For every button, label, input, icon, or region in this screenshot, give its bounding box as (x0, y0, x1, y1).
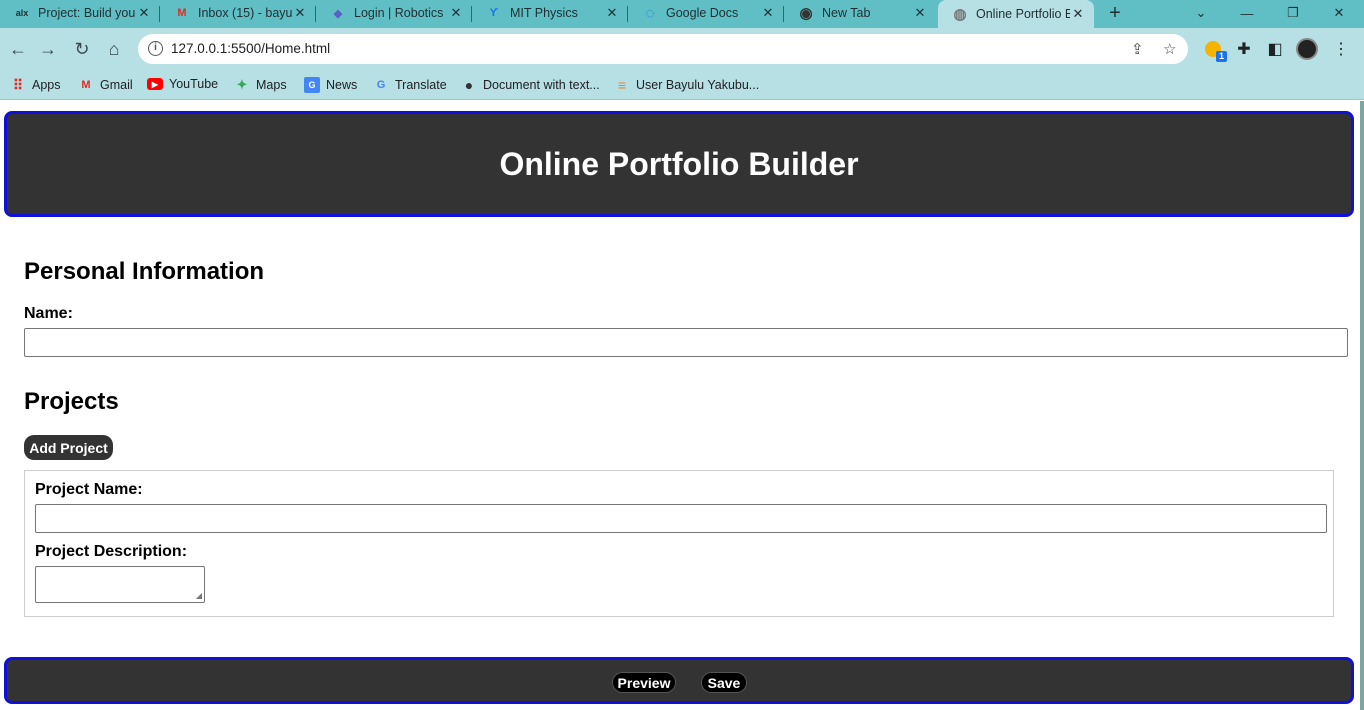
tab-title: Google Docs (666, 6, 739, 20)
bookmark-label: Apps (32, 78, 61, 92)
globe-icon: ◍ (953, 6, 967, 23)
bookmark-label: User Bayulu Yakubu... (636, 78, 760, 92)
stackoverflow-icon: ≡ (617, 77, 627, 93)
projects-heading: Projects (24, 388, 119, 415)
bookmarks-bar: ⠿ Apps M Gmail ▶ YouTube ✦ Maps G News G… (0, 70, 1364, 100)
close-icon[interactable]: ✕ (448, 5, 464, 21)
name-label: Name: (24, 305, 73, 322)
translate-icon: G (376, 79, 386, 91)
page-edge (1360, 101, 1364, 710)
home-icon[interactable]: ⌂ (102, 37, 126, 61)
tab-title: Inbox (15) - bayu (198, 6, 292, 20)
tab-title: MIT Physics (510, 6, 578, 20)
site-info-icon[interactable]: i (148, 41, 163, 56)
close-icon[interactable]: ✕ (912, 5, 928, 21)
bookmark-translate[interactable]: G Translate (373, 77, 447, 93)
page-footer: Preview Save (4, 657, 1354, 704)
maps-icon: ✦ (236, 77, 248, 92)
profile-avatar[interactable] (1296, 38, 1318, 60)
restore-icon[interactable]: ❐ (1270, 0, 1316, 26)
bookmark-apps[interactable]: ⠿ Apps (10, 77, 61, 93)
reload-icon[interactable]: ↻ (70, 37, 94, 61)
tab-title: Login | Robotics (354, 6, 444, 20)
page-content: Online Portfolio Builder Personal Inform… (0, 101, 1364, 710)
page-title: Online Portfolio Builder (499, 145, 859, 182)
bookmark-label: Document with text... (483, 78, 600, 92)
gmail-icon: M (81, 79, 91, 91)
tab-google-docs[interactable]: ◌ Google Docs ✕ (628, 0, 784, 26)
tab-new-tab[interactable]: ◉ New Tab ✕ (784, 0, 936, 26)
extension-badge-count: 1 (1216, 51, 1227, 62)
browser-toolbar: ← → ↻ ⌂ i 127.0.0.1:5500/Home.html ⇪ ☆ 1… (0, 28, 1364, 70)
alx-icon: alx (15, 8, 29, 18)
tab-title: Online Portfolio B (976, 7, 1070, 21)
url-text: 127.0.0.1:5500/Home.html (171, 41, 331, 56)
bookmark-stackoverflow[interactable]: ≡ User Bayulu Yakubu... (614, 77, 759, 93)
back-icon[interactable]: ← (6, 37, 30, 61)
tab-search-icon[interactable]: ⌄ (1178, 0, 1224, 26)
mit-physics-icon: ϒ (489, 7, 499, 19)
new-tab-button[interactable]: + (1105, 2, 1125, 25)
project-name-label: Project Name: (35, 481, 143, 498)
tab-login-robotics[interactable]: ◆ Login | Robotics ✕ (316, 0, 472, 26)
chrome-icon: ◉ (799, 5, 813, 22)
share-icon[interactable]: ⇪ (1131, 40, 1144, 58)
close-icon[interactable]: ✕ (1070, 6, 1086, 22)
loading-icon: ◌ (645, 4, 655, 22)
bookmark-label: YouTube (169, 77, 219, 91)
apps-grid-icon: ⠿ (12, 76, 24, 93)
tab-strip: alx Project: Build you ✕ M Inbox (15) - … (0, 0, 1364, 28)
project-entry: Project Name: Project Description: ◢ (24, 470, 1334, 617)
project-description-textarea[interactable]: ◢ (35, 566, 205, 603)
preview-button[interactable]: Preview (612, 672, 676, 693)
personal-info-heading: Personal Information (24, 258, 265, 285)
gmail-icon: M (177, 7, 187, 19)
close-icon[interactable]: ✕ (604, 5, 620, 21)
project-description-label: Project Description: (35, 543, 188, 560)
news-icon: G (304, 77, 320, 93)
minimize-icon[interactable]: — (1224, 0, 1270, 26)
star-icon[interactable]: ☆ (1163, 40, 1176, 58)
menu-kebab-icon[interactable]: ⋮ (1330, 38, 1352, 60)
bookmark-label: Translate (395, 78, 447, 92)
page-header: Online Portfolio Builder (4, 111, 1354, 217)
tab-online-portfolio[interactable]: ◍ Online Portfolio B ✕ (938, 0, 1094, 28)
add-project-button[interactable]: Add Project (24, 435, 113, 460)
bookmark-label: Maps (256, 78, 287, 92)
bookmark-maps[interactable]: ✦ Maps (234, 77, 287, 93)
close-window-icon[interactable]: ✕ (1316, 0, 1362, 26)
save-button[interactable]: Save (701, 672, 747, 693)
bookmark-youtube[interactable]: ▶ YouTube (147, 77, 218, 91)
robotics-icon: ◆ (333, 7, 343, 20)
extension-badge-icon[interactable]: 1 (1202, 38, 1227, 62)
youtube-icon: ▶ (147, 78, 163, 90)
tab-mit-physics[interactable]: ϒ MIT Physics ✕ (472, 0, 628, 26)
tab-project-build[interactable]: alx Project: Build you ✕ (0, 0, 160, 26)
name-input[interactable] (24, 328, 1348, 357)
extensions-puzzle-icon[interactable]: ✚ (1233, 38, 1255, 60)
bookmark-news[interactable]: G News (304, 77, 357, 93)
tab-inbox[interactable]: M Inbox (15) - bayu ✕ (160, 0, 316, 26)
bookmark-document[interactable]: ● Document with text... (461, 77, 600, 93)
close-icon[interactable]: ✕ (136, 5, 152, 21)
side-panel-icon[interactable]: ◧ (1264, 38, 1286, 60)
tab-title: Project: Build you (38, 6, 136, 20)
globe-icon: ● (464, 77, 474, 93)
project-name-input[interactable] (35, 504, 1327, 533)
bookmark-gmail[interactable]: M Gmail (78, 77, 133, 93)
bookmark-label: News (326, 78, 358, 92)
close-icon[interactable]: ✕ (292, 5, 308, 21)
address-bar[interactable]: i 127.0.0.1:5500/Home.html ⇪ ☆ (138, 34, 1188, 64)
forward-icon[interactable]: → (36, 37, 60, 61)
resize-grip-icon[interactable]: ◢ (196, 592, 202, 600)
tab-title: New Tab (822, 6, 871, 20)
bookmark-label: Gmail (100, 78, 133, 92)
close-icon[interactable]: ✕ (760, 5, 776, 21)
